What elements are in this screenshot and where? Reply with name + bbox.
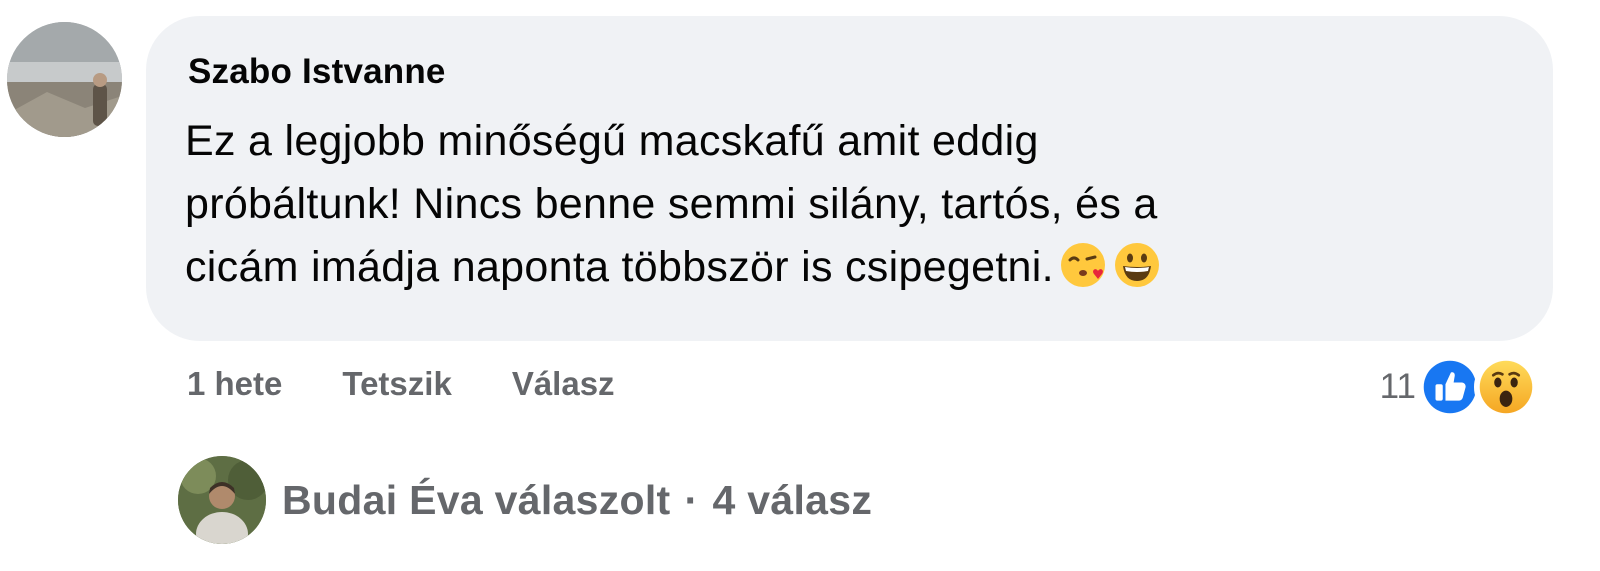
kiss-heart-emoji-icon — [1058, 240, 1108, 290]
comment-text-line: próbáltunk! Nincs benne semmi silány, ta… — [185, 180, 1158, 228]
comment-text-line: cicám imádja naponta többször is csipege… — [185, 236, 1385, 299]
reply-button[interactable]: Válasz — [512, 365, 615, 403]
avatar-photo — [7, 22, 122, 137]
reactions-summary[interactable]: 11 — [1380, 355, 1538, 419]
wow-icon — [1474, 355, 1538, 419]
comment-text-line-content: cicám imádja naponta többször is csipege… — [185, 243, 1054, 291]
comment-text: Ez a legjobb minőségű macskafű amit eddi… — [185, 110, 1385, 299]
like-button[interactable]: Tetszik — [342, 365, 451, 403]
comment: Szabo Istvanne Ez a legjobb minőségű mac… — [0, 0, 1600, 571]
replies-count: 4 válasz — [712, 476, 873, 523]
reaction-count: 11 — [1379, 367, 1416, 406]
replies-author-text: Budai Éva válaszolt — [282, 476, 671, 523]
comment-author[interactable]: Szabo Istvanne — [188, 52, 446, 92]
grinning-emoji-icon — [1112, 240, 1162, 290]
comment-timestamp[interactable]: 1 hete — [187, 365, 282, 403]
replies-separator: · — [684, 476, 699, 523]
like-icon — [1418, 355, 1482, 419]
avatar[interactable] — [7, 22, 122, 137]
comment-text-line: Ez a legjobb minőségű macskafű amit eddi… — [185, 117, 1039, 165]
reply-author-avatar — [178, 456, 266, 544]
comment-actions: 1 hete Tetszik Válasz — [187, 365, 675, 403]
view-replies-link[interactable]: Budai Éva válaszolt · 4 válasz — [178, 456, 872, 544]
